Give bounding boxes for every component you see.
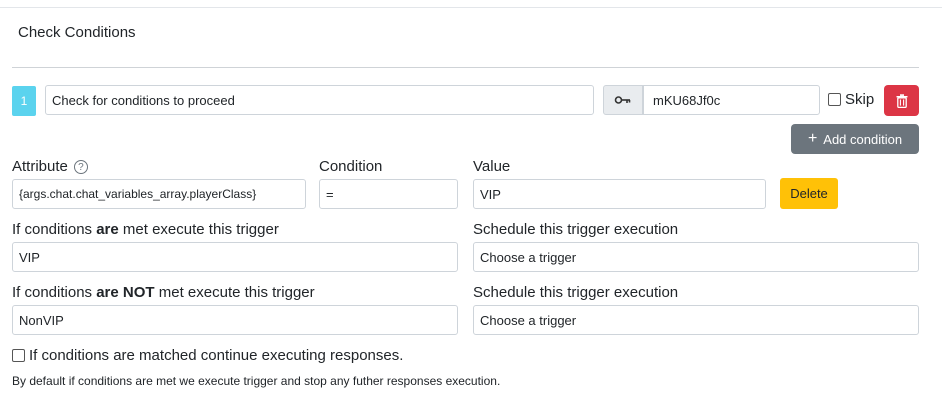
not-met-label-suffix: met execute this trigger xyxy=(154,284,315,301)
not-met-label-bold: are NOT xyxy=(96,284,155,301)
add-condition-button[interactable]: + Add condition xyxy=(791,124,919,154)
not-met-trigger-input[interactable]: NonVIP xyxy=(12,305,458,335)
continue-executing-label: If conditions are matched continue execu… xyxy=(29,347,404,364)
met-label-prefix: If conditions xyxy=(12,221,97,238)
not-met-trigger-label: If conditions are NOT met execute this t… xyxy=(12,284,315,301)
attribute-label-wrap: Attribute? xyxy=(12,158,88,175)
continue-executing-checkbox[interactable] xyxy=(12,349,25,362)
value-label: Value xyxy=(473,158,511,175)
met-trigger-label: If conditions are met execute this trigg… xyxy=(12,221,279,238)
continue-executing-toggle[interactable]: If conditions are matched continue execu… xyxy=(12,347,403,364)
add-condition-label: Add condition xyxy=(823,131,903,147)
key-addon xyxy=(603,85,643,115)
met-schedule-input[interactable]: Choose a trigger xyxy=(473,242,919,272)
condition-label: Condition xyxy=(319,158,383,175)
section-title: Check Conditions xyxy=(18,24,136,41)
condition-name-input[interactable]: Check for conditions to proceed xyxy=(45,85,594,115)
top-divider xyxy=(0,7,942,8)
delete-group-button[interactable] xyxy=(884,85,919,116)
skip-label: Skip xyxy=(845,91,875,108)
not-met-label-prefix: If conditions xyxy=(12,284,97,301)
condition-key-input[interactable]: mKU68Jf0c xyxy=(643,85,820,115)
condition-operator-input[interactable]: = xyxy=(319,179,458,209)
met-label-bold: are xyxy=(96,221,119,238)
met-trigger-input[interactable]: VIP xyxy=(12,242,458,272)
key-icon xyxy=(614,96,631,104)
plus-icon: + xyxy=(807,130,818,147)
help-circle-icon[interactable]: ? xyxy=(73,160,88,175)
trash-icon xyxy=(896,93,907,108)
not-met-schedule-input[interactable]: Choose a trigger xyxy=(473,305,919,335)
help-note: By default if conditions are met we exec… xyxy=(12,374,501,388)
met-label-suffix: met execute this trigger xyxy=(118,221,279,238)
attribute-input[interactable]: {args.chat.chat_variables_array.playerCl… xyxy=(12,179,306,209)
met-schedule-label: Schedule this trigger execution xyxy=(473,221,679,238)
attribute-label: Attribute xyxy=(12,158,68,175)
section-divider xyxy=(12,67,919,68)
skip-checkbox[interactable] xyxy=(828,93,841,106)
condition-index-badge: 1 xyxy=(12,86,36,116)
value-input[interactable]: VIP xyxy=(473,179,766,209)
delete-condition-button[interactable]: Delete xyxy=(780,178,838,209)
not-met-schedule-label: Schedule this trigger execution xyxy=(473,284,679,301)
skip-toggle[interactable]: Skip xyxy=(828,91,874,108)
